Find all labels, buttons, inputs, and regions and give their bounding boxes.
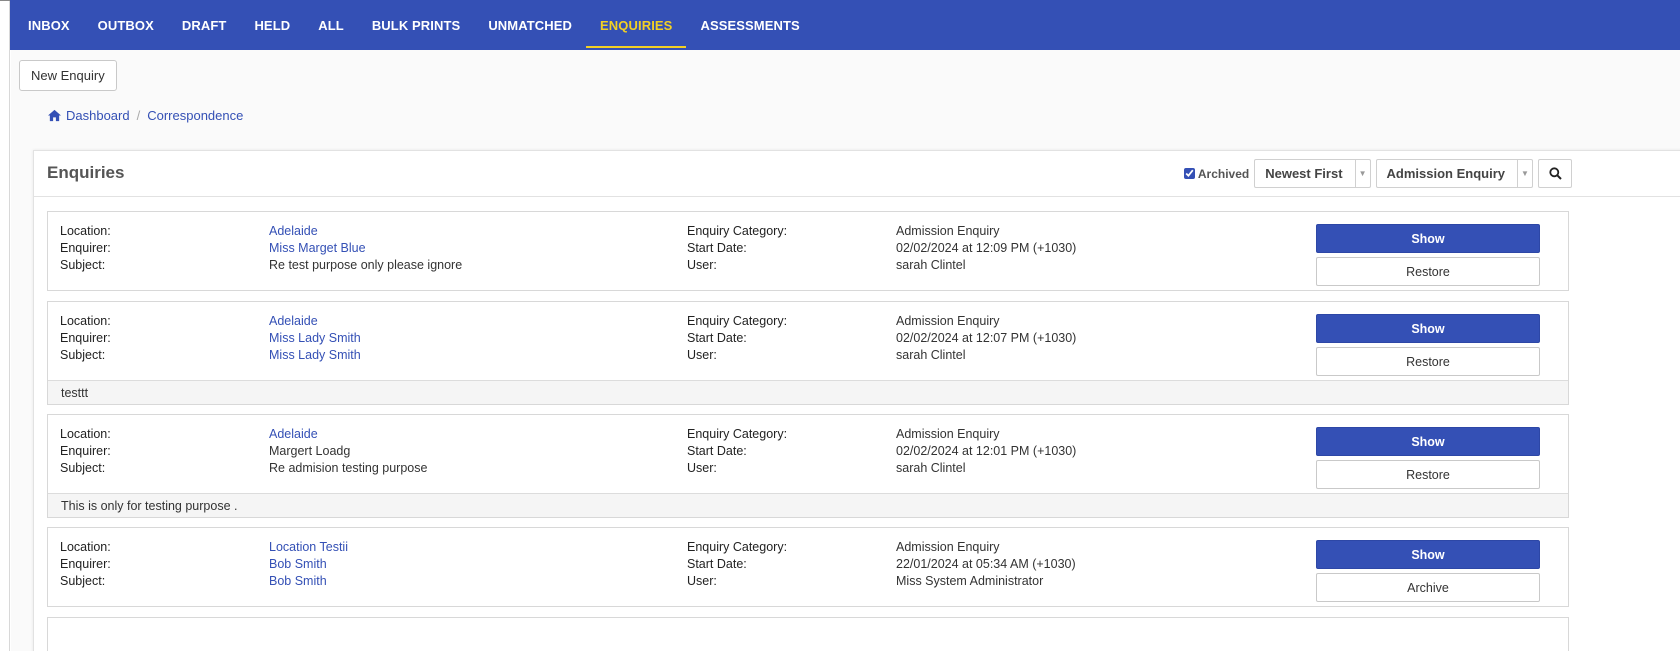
subject-value: Re test purpose only please ignore	[269, 258, 463, 272]
top-navbar: INBOX OUTBOX DRAFT HELD ALL BULK PRINTS …	[10, 0, 1680, 50]
location-label: Location:	[60, 427, 111, 441]
sort-select[interactable]: Newest First ▼	[1254, 159, 1371, 188]
enquiry-note: This is only for testing purpose .	[48, 493, 1568, 517]
subject-label: Subject:	[60, 258, 106, 272]
subject-label: Subject:	[60, 461, 106, 475]
category-select[interactable]: Admission Enquiry ▼	[1375, 159, 1533, 188]
search-button[interactable]	[1538, 159, 1572, 188]
restore-button[interactable]: Restore	[1316, 257, 1540, 286]
show-button[interactable]: Show	[1316, 540, 1540, 569]
panel-title: Enquiries	[47, 163, 125, 182]
location-label: Location:	[60, 224, 111, 238]
start-date-value: 02/02/2024 at 12:07 PM (+1030)	[896, 331, 1077, 345]
breadcrumb-dashboard-link[interactable]: Dashboard	[66, 108, 130, 123]
nav-unmatched[interactable]: UNMATCHED	[474, 0, 586, 50]
nav-enquiries[interactable]: ENQUIRIES	[586, 0, 687, 50]
user-label: User:	[687, 348, 717, 362]
nav-bulk-prints[interactable]: BULK PRINTS	[358, 0, 475, 50]
enquirer-label: Enquirer:	[60, 444, 111, 458]
restore-button[interactable]: Restore	[1316, 347, 1540, 376]
start-date-label: Start Date:	[687, 331, 747, 345]
start-date-value: 02/02/2024 at 12:09 PM (+1030)	[896, 241, 1077, 255]
home-icon	[48, 109, 61, 122]
enquirer-label: Enquirer:	[60, 241, 111, 255]
breadcrumb-separator: /	[136, 108, 141, 123]
restore-button[interactable]: Restore	[1316, 460, 1540, 489]
nav-outbox[interactable]: OUTBOX	[84, 0, 168, 50]
enquiry-card: Location: Enquirer: Subject: Adelaide Mi…	[47, 301, 1569, 405]
user-label: User:	[687, 574, 717, 588]
enquirer-label: Enquirer:	[60, 557, 111, 571]
start-date-label: Start Date:	[687, 241, 747, 255]
enquirer-label: Enquirer:	[60, 331, 111, 345]
user-label: User:	[687, 258, 717, 272]
category-value: Admission Enquiry	[896, 314, 1000, 328]
breadcrumb: Dashboard / Correspondence	[47, 108, 243, 123]
show-button[interactable]: Show	[1316, 427, 1540, 456]
enquiries-panel: Enquiries Archived Newest First ▼ Admiss…	[33, 150, 1680, 651]
start-date-label: Start Date:	[687, 557, 747, 571]
enquiry-note: testtt	[48, 380, 1568, 404]
location-link[interactable]: Location Testii	[269, 540, 348, 554]
enquiry-card: Location: Enquirer: Subject: Adelaide Mi…	[47, 211, 1569, 291]
category-select-value: Admission Enquiry	[1377, 160, 1518, 187]
new-enquiry-button[interactable]: New Enquiry	[19, 60, 117, 91]
subject-label: Subject:	[60, 348, 106, 362]
archived-filter[interactable]: Archived	[1183, 166, 1250, 181]
search-icon	[1548, 167, 1562, 180]
category-value: Admission Enquiry	[896, 427, 1000, 441]
nav-assessments[interactable]: ASSESSMENTS	[686, 0, 813, 50]
start-date-value: 02/02/2024 at 12:01 PM (+1030)	[896, 444, 1077, 458]
subject-link[interactable]: Miss Lady Smith	[269, 348, 361, 362]
archived-checkbox[interactable]	[1183, 168, 1195, 179]
user-value: sarah Clintel	[896, 461, 966, 475]
nav-held[interactable]: HELD	[240, 0, 304, 50]
nav-inbox[interactable]: INBOX	[14, 0, 84, 50]
window-edge-top	[0, 0, 10, 1]
location-label: Location:	[60, 540, 111, 554]
location-link[interactable]: Adelaide	[269, 314, 318, 328]
breadcrumb-correspondence-link[interactable]: Correspondence	[147, 108, 243, 123]
user-label: User:	[687, 461, 717, 475]
user-value: sarah Clintel	[896, 348, 966, 362]
location-link[interactable]: Adelaide	[269, 224, 318, 238]
user-value: Miss System Administrator	[896, 574, 1044, 588]
enquirer-link[interactable]: Miss Marget Blue	[269, 241, 366, 255]
chevron-down-icon: ▼	[1358, 169, 1367, 178]
start-date-label: Start Date:	[687, 444, 747, 458]
archived-label: Archived	[1197, 166, 1250, 181]
main-content: New Enquiry Dashboard / Correspondence E…	[11, 50, 1680, 651]
enquiry-card: Location: Enquirer: Subject: Location Te…	[47, 527, 1569, 607]
category-label: Enquiry Category:	[687, 540, 788, 554]
location-label: Location:	[60, 314, 111, 328]
enquirer-link[interactable]: Miss Lady Smith	[269, 331, 361, 345]
chevron-down-icon: ▼	[1521, 169, 1529, 178]
archive-button[interactable]: Archive	[1316, 573, 1540, 602]
enquiry-card: Location: Enquirer: Subject: Adelaide Ma…	[47, 414, 1569, 518]
category-label: Enquiry Category:	[687, 224, 788, 238]
category-label: Enquiry Category:	[687, 427, 788, 441]
category-label: Enquiry Category:	[687, 314, 788, 328]
nav-draft[interactable]: DRAFT	[168, 0, 241, 50]
subject-label: Subject:	[60, 574, 106, 588]
subject-link[interactable]: Bob Smith	[269, 574, 327, 588]
window-edge	[0, 0, 10, 651]
nav-all[interactable]: ALL	[304, 0, 358, 50]
show-button[interactable]: Show	[1316, 314, 1540, 343]
enquiry-card-partial	[47, 617, 1569, 651]
filter-controls: Archived Newest First ▼ Admission Enquir…	[1183, 159, 1572, 188]
show-button[interactable]: Show	[1316, 224, 1540, 253]
enquirer-link[interactable]: Bob Smith	[269, 557, 327, 571]
sort-select-value: Newest First	[1255, 160, 1356, 187]
category-value: Admission Enquiry	[896, 224, 1000, 238]
enquirer-value: Margert Loadg	[269, 444, 351, 458]
panel-header: Enquiries Archived Newest First ▼ Admiss…	[34, 151, 1680, 197]
user-value: sarah Clintel	[896, 258, 966, 272]
location-link[interactable]: Adelaide	[269, 427, 318, 441]
subject-value: Re admision testing purpose	[269, 461, 428, 475]
start-date-value: 22/01/2024 at 05:34 AM (+1030)	[896, 557, 1076, 571]
category-value: Admission Enquiry	[896, 540, 1000, 554]
